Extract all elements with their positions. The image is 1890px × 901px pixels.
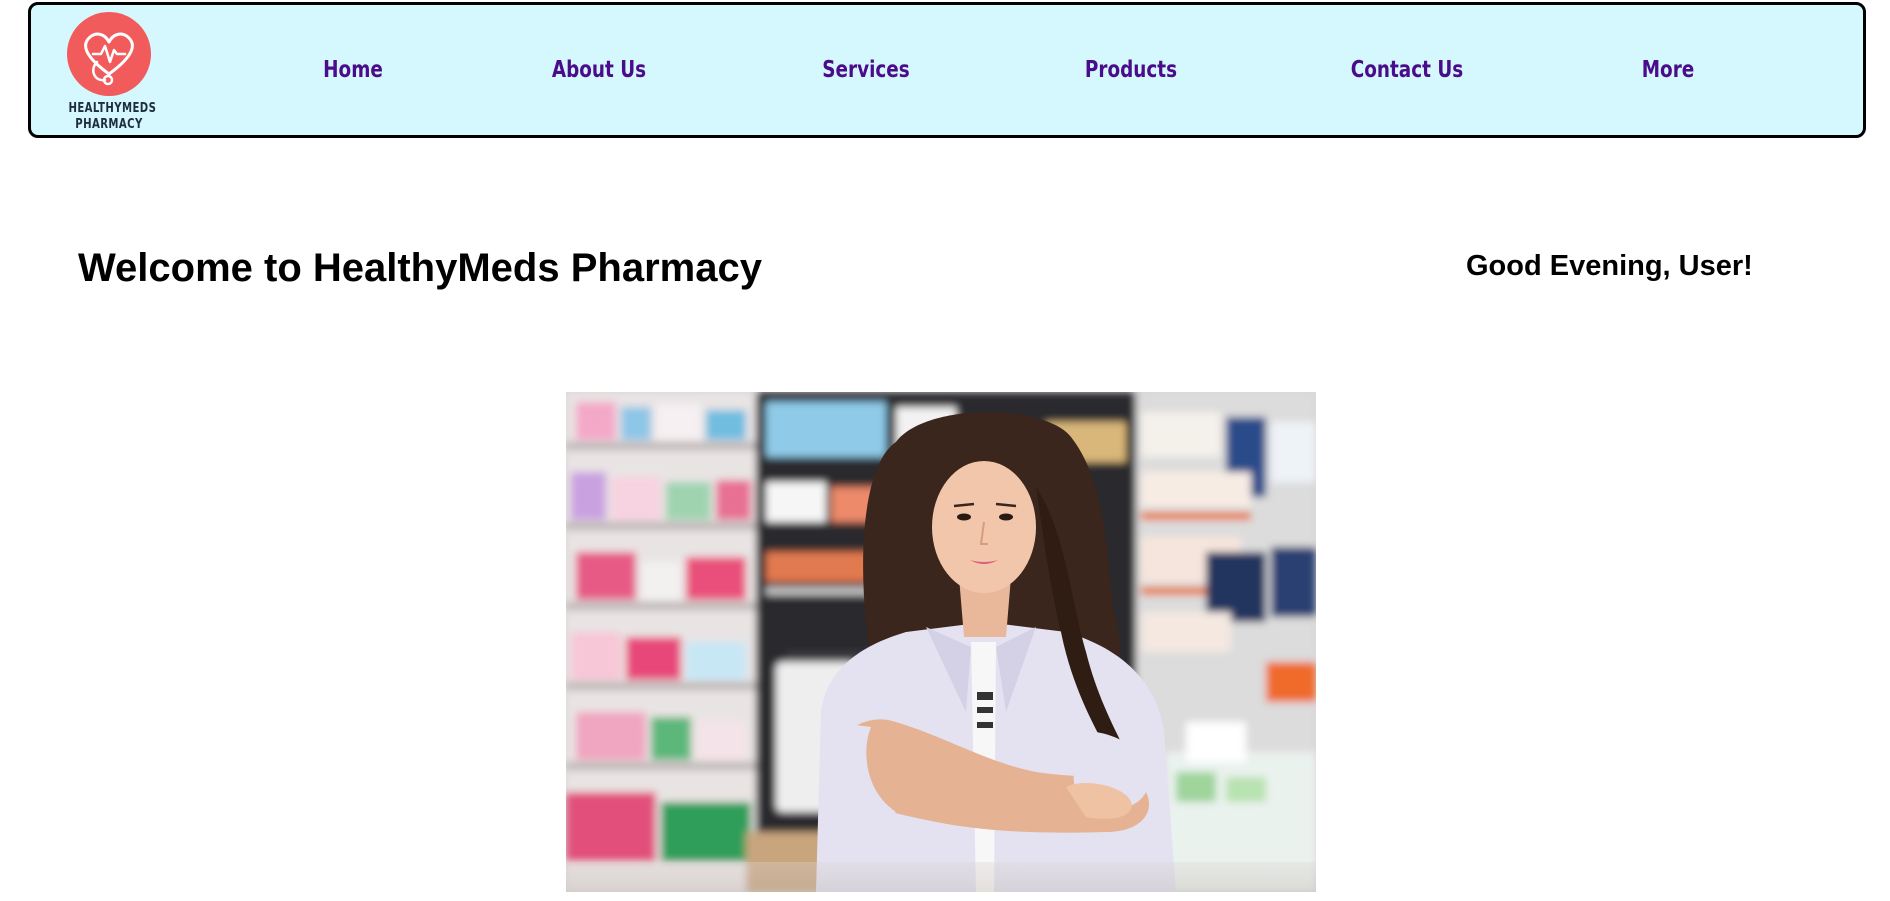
logo-line-1: HEALTHYMEDS xyxy=(68,101,157,116)
nav-link-services[interactable]: Services xyxy=(794,57,938,83)
heart-stethoscope-icon xyxy=(67,12,151,96)
nav-link-more[interactable]: More xyxy=(1612,57,1724,83)
hero-image xyxy=(566,392,1316,892)
nav-link-home[interactable]: Home xyxy=(297,57,409,83)
logo-text: HEALTHYMEDS PHARMACY xyxy=(68,101,157,133)
nav-link-contact-us[interactable]: Contact Us xyxy=(1327,57,1487,83)
navbar: HEALTHYMEDS PHARMACY Home About Us Servi… xyxy=(28,2,1866,138)
pharmacist-photo xyxy=(566,392,1316,892)
nav-link-about-us[interactable]: About Us xyxy=(527,57,671,83)
logo-line-2: PHARMACY xyxy=(75,117,143,132)
nav-link-products[interactable]: Products xyxy=(1059,57,1203,83)
logo[interactable]: HEALTHYMEDS PHARMACY xyxy=(57,12,161,136)
greeting-text: Good Evening, User! xyxy=(1466,250,1753,282)
page-title: Welcome to HealthyMeds Pharmacy xyxy=(78,246,762,290)
